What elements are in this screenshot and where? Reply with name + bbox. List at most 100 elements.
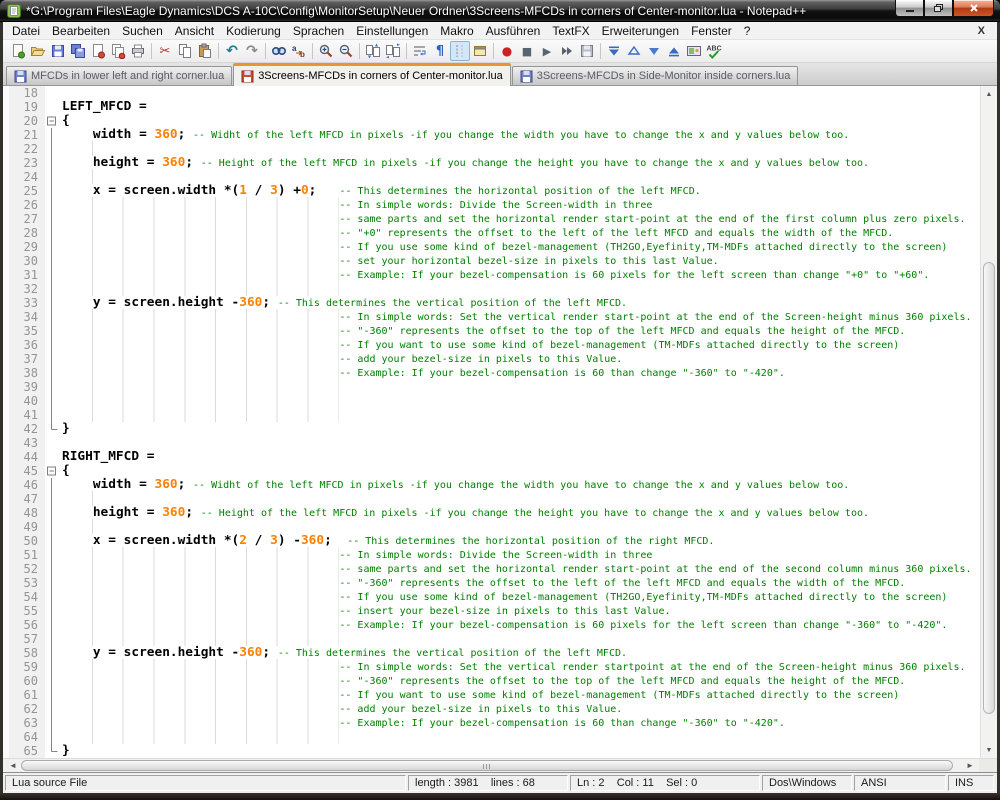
menu-item-ausf-hren[interactable]: Ausführen xyxy=(480,23,547,39)
indent-guide-button[interactable] xyxy=(450,41,470,61)
redo-button[interactable]: ↷ xyxy=(242,41,262,61)
sync-horizontal-button[interactable] xyxy=(383,41,403,61)
tab-3[interactable]: 3Screens-MFCDs in Side-Monitor inside co… xyxy=(511,66,799,85)
code-line[interactable]: { xyxy=(62,114,980,128)
vertical-scrollbar[interactable]: ▲ ▼ xyxy=(980,86,997,758)
spell-check-button[interactable]: ABC xyxy=(704,41,724,61)
code-line[interactable] xyxy=(62,141,980,156)
code-line[interactable]: LEFT_MFCD = xyxy=(62,100,980,114)
code-line[interactable] xyxy=(62,729,980,744)
code-line[interactable]: -- If you want to use some kind of bezel… xyxy=(62,687,980,702)
menu-item-sprachen[interactable]: Sprachen xyxy=(287,23,350,39)
code-line[interactable]: width = 360; -- Widht of the left MFCD i… xyxy=(62,128,980,142)
fold-collapse-marker[interactable] xyxy=(45,464,59,478)
code-line[interactable]: } xyxy=(62,422,980,436)
code-line[interactable]: -- Example: If your bezel-compensation i… xyxy=(62,617,980,632)
menu-item-erweiterungen[interactable]: Erweiterungen xyxy=(596,23,685,39)
tab-1[interactable]: MFCDs in lower left and right corner.lua xyxy=(6,66,233,85)
sync-vertical-button[interactable] xyxy=(363,41,383,61)
fold-collapse-marker[interactable] xyxy=(45,114,59,128)
code-line[interactable] xyxy=(62,519,980,534)
code-text[interactable]: LEFT_MFCD ={ width = 360; -- Widht of th… xyxy=(59,86,980,758)
stop-macro-button[interactable]: ■ xyxy=(517,41,537,61)
code-line[interactable]: width = 360; -- Widht of the left MFCD i… xyxy=(62,478,980,492)
menu-item-suchen[interactable]: Suchen xyxy=(116,23,169,39)
code-line[interactable]: -- In simple words: Set the vertical ren… xyxy=(62,309,980,324)
code-line[interactable]: -- If you use some kind of bezel-managem… xyxy=(62,589,980,604)
code-line[interactable]: height = 360; -- Height of the left MFCD… xyxy=(62,156,980,170)
save-button[interactable] xyxy=(48,41,68,61)
menu-item-makro[interactable]: Makro xyxy=(434,23,479,39)
menu-item-fenster[interactable]: Fenster xyxy=(685,23,738,39)
code-line[interactable] xyxy=(62,407,980,422)
code-line[interactable]: -- In simple words: Set the vertical ren… xyxy=(62,659,980,674)
scroll-left-arrow[interactable]: ◄ xyxy=(5,759,21,772)
code-line[interactable]: { xyxy=(62,464,980,478)
code-line[interactable] xyxy=(62,631,980,646)
panels-button[interactable] xyxy=(684,41,704,61)
undo-button[interactable]: ↶ xyxy=(222,41,242,61)
zoom-out-button[interactable] xyxy=(336,41,356,61)
tab-2[interactable]: 3Screens-MFCDs in corners of Center-moni… xyxy=(233,63,511,86)
code-line[interactable]: -- same parts and set the horizontal ren… xyxy=(62,211,980,226)
code-line[interactable]: x = screen.width *(2 / 3) -360; -- This … xyxy=(62,534,980,548)
nav-next-button[interactable] xyxy=(644,41,664,61)
fold-margin[interactable] xyxy=(45,86,59,758)
code-line[interactable]: -- add your bezel-size in pixels to this… xyxy=(62,701,980,716)
paste-button[interactable] xyxy=(195,41,215,61)
close-document-button[interactable]: X xyxy=(969,25,994,37)
restore-button[interactable] xyxy=(924,0,953,17)
minimize-button[interactable] xyxy=(895,0,924,17)
code-line[interactable] xyxy=(62,379,980,394)
code-line[interactable]: -- add your bezel-size in pixels to this… xyxy=(62,351,980,366)
menu-item-einstellungen[interactable]: Einstellungen xyxy=(350,23,434,39)
scroll-right-arrow[interactable]: ► xyxy=(962,759,978,772)
menu-item-datei[interactable]: Datei xyxy=(6,23,46,39)
print-button[interactable] xyxy=(128,41,148,61)
code-line[interactable]: RIGHT_MFCD = xyxy=(62,450,980,464)
nav-first-button[interactable] xyxy=(604,41,624,61)
code-line[interactable]: -- set your horizontal bezel-size in pix… xyxy=(62,253,980,268)
code-line[interactable] xyxy=(62,86,980,100)
new-file-button[interactable] xyxy=(8,41,28,61)
code-line[interactable]: -- same parts and set the horizontal ren… xyxy=(62,561,980,576)
code-line[interactable]: x = screen.width *(1 / 3) +0; -- This de… xyxy=(62,184,980,198)
menu-item-textfx[interactable]: TextFX xyxy=(546,23,595,39)
show-all-characters-button[interactable]: ¶ xyxy=(430,41,450,61)
code-line[interactable]: y = screen.height -360; -- This determin… xyxy=(62,296,980,310)
word-wrap-button[interactable] xyxy=(410,41,430,61)
cut-button[interactable]: ✂ xyxy=(155,41,175,61)
open-file-button[interactable] xyxy=(28,41,48,61)
zoom-in-button[interactable] xyxy=(316,41,336,61)
play-macro-button[interactable]: ▶ xyxy=(537,41,557,61)
scroll-up-arrow[interactable]: ▲ xyxy=(981,86,997,102)
code-line[interactable]: -- Example: If your bezel-compensation i… xyxy=(62,267,980,282)
code-line[interactable]: -- "-360" represents the offset to the l… xyxy=(62,575,980,590)
menu-item-help[interactable]: ? xyxy=(738,23,757,39)
code-line[interactable]: -- If you want to use some kind of bezel… xyxy=(62,337,980,352)
close-button[interactable] xyxy=(88,41,108,61)
close-button[interactable] xyxy=(953,0,994,17)
code-line[interactable] xyxy=(62,491,980,506)
close-all-button[interactable] xyxy=(108,41,128,61)
code-line[interactable]: -- Example: If your bezel-compensation i… xyxy=(62,365,980,380)
code-line[interactable]: height = 360; -- Height of the left MFCD… xyxy=(62,506,980,520)
code-line[interactable]: y = screen.height -360; -- This determin… xyxy=(62,646,980,660)
menu-item-kodierung[interactable]: Kodierung xyxy=(220,23,287,39)
code-line[interactable]: } xyxy=(62,744,980,758)
vertical-scroll-thumb[interactable] xyxy=(983,262,995,714)
code-line[interactable]: -- "-360" represents the offset to the t… xyxy=(62,673,980,688)
user-defined-dialog-button[interactable] xyxy=(470,41,490,61)
code-line[interactable]: -- If you use some kind of bezel-managem… xyxy=(62,239,980,254)
save-macro-button[interactable] xyxy=(577,41,597,61)
save-all-button[interactable] xyxy=(68,41,88,61)
menu-item-bearbeiten[interactable]: Bearbeiten xyxy=(46,23,116,39)
menu-item-ansicht[interactable]: Ansicht xyxy=(169,23,220,39)
code-line[interactable] xyxy=(62,169,980,184)
replace-button[interactable]: ab xyxy=(289,41,309,61)
code-line[interactable]: -- "+0" represents the offset to the lef… xyxy=(62,225,980,240)
record-macro-button[interactable]: ● xyxy=(497,41,517,61)
copy-button[interactable] xyxy=(175,41,195,61)
code-line[interactable] xyxy=(62,393,980,408)
horizontal-scroll-thumb[interactable] xyxy=(21,760,953,771)
